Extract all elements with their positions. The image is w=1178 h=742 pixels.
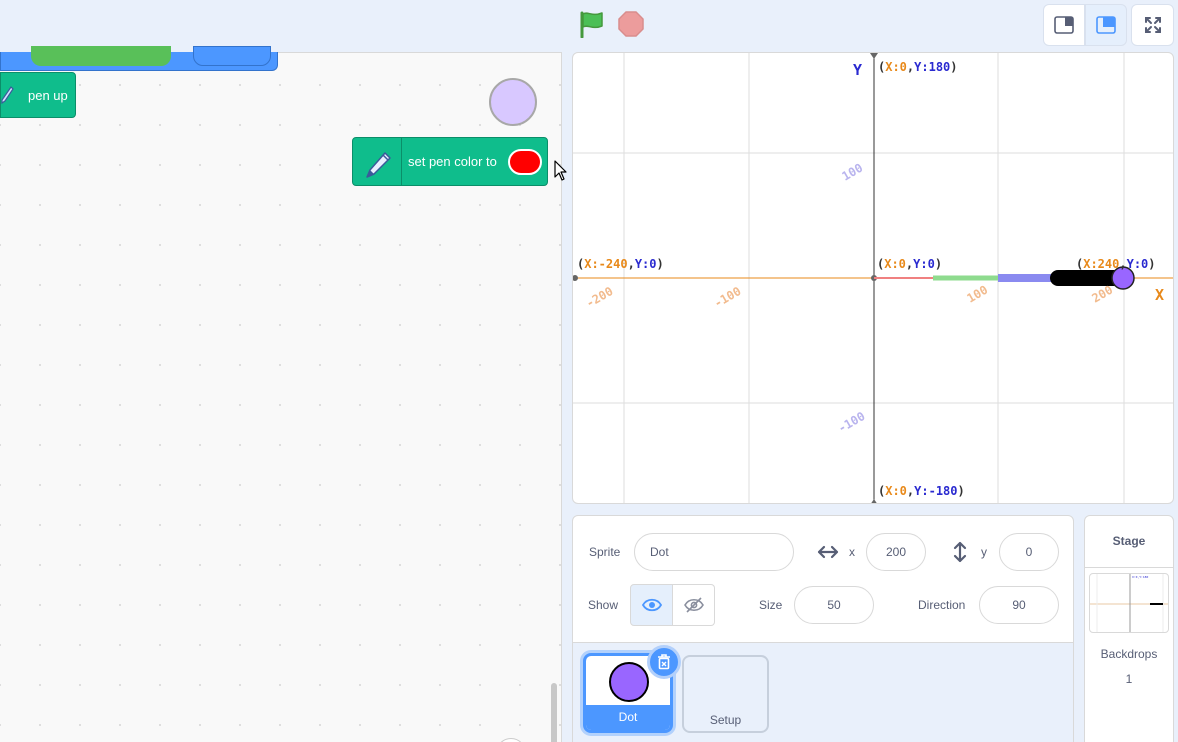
green-flag-icon[interactable] <box>578 10 606 39</box>
y-position-input[interactable]: 0 <box>999 533 1059 571</box>
show-label: Show <box>588 598 619 612</box>
sprite-tile-name: Setup <box>709 713 742 727</box>
sprite-preview-circle <box>489 78 537 126</box>
sprite-tile-name: Dot <box>586 705 670 730</box>
mouse-cursor-icon <box>554 160 567 181</box>
stage-thumbnail[interactable]: X:0,Y:180 <box>1089 573 1169 633</box>
coord-label-bottom: (X:0,Y:-180) <box>878 484 965 498</box>
motion-block[interactable] <box>0 46 278 71</box>
block-input-slot[interactable] <box>193 46 271 66</box>
x-position-input[interactable]: 200 <box>866 533 926 571</box>
y-tick-label: -100 <box>836 409 868 436</box>
trash-icon <box>658 654 670 670</box>
pen-up-label: pen up <box>28 88 68 103</box>
vertical-arrow-icon <box>953 541 967 563</box>
pen-up-block[interactable]: pen up <box>0 72 76 118</box>
y-axis-label: Y <box>853 61 862 79</box>
set-pen-color-label: set pen color to <box>408 154 497 169</box>
sprite-tile-setup[interactable]: Setup <box>682 655 769 733</box>
coord-label-origin: (X:0,Y:0) <box>877 257 942 271</box>
small-stage-button[interactable] <box>1043 4 1085 46</box>
direction-input[interactable]: 90 <box>979 586 1059 624</box>
x-label: x <box>849 545 855 559</box>
sprite-info-pane: Sprite Dot x 200 y 0 Show Size 50 Direct… <box>572 515 1074 742</box>
x-tick-label: 100 <box>965 283 991 306</box>
sprite-label: Sprite <box>589 545 621 559</box>
stop-icon[interactable] <box>618 11 644 37</box>
x-tick-label: -100 <box>712 284 744 311</box>
x-axis-label: X <box>1155 286 1164 304</box>
direction-label: Direction <box>918 598 966 612</box>
y-label: y <box>981 545 987 559</box>
sprite-list: Dot Setup <box>573 642 1073 742</box>
block-divider <box>401 138 402 185</box>
fullscreen-button[interactable] <box>1131 4 1174 46</box>
backdrops-label: Backdrops <box>1100 647 1158 661</box>
delete-sprite-button[interactable] <box>647 645 681 679</box>
coord-label-left: (X:-240,Y:0) <box>577 257 664 271</box>
coord-label-top: (X:0,Y:180) <box>878 60 958 74</box>
pen-icon <box>1 86 14 105</box>
block-input-slot[interactable] <box>31 46 171 66</box>
stage-header <box>0 0 1178 50</box>
normal-stage-icon <box>1096 16 1116 34</box>
eye-slash-icon <box>683 597 704 613</box>
workspace-scrollbar[interactable] <box>551 683 557 742</box>
normal-stage-button[interactable] <box>1085 4 1127 46</box>
pen-color-swatch[interactable] <box>508 149 542 175</box>
stage-canvas[interactable]: Y X (X:0,Y:180) (X:-240,Y:0) (X:0,Y:0) (… <box>572 52 1174 504</box>
sprite-name-input[interactable]: Dot <box>634 533 794 571</box>
x-tick-label: -200 <box>584 284 616 311</box>
stage-selector-title: Stage <box>1085 516 1173 568</box>
x-tick-label: 200 <box>1090 283 1116 306</box>
eye-icon <box>641 598 662 612</box>
svg-text:X:0,Y:180: X:0,Y:180 <box>1132 575 1148 579</box>
pen-icon <box>366 152 391 178</box>
size-label: Size <box>759 598 783 612</box>
y-tick-label: 100 <box>840 161 866 184</box>
stage-selector[interactable]: Stage X:0,Y:180 Backdrops 1 <box>1084 515 1174 742</box>
set-pen-color-block[interactable]: set pen color to <box>352 137 548 186</box>
backdrops-count: 1 <box>1125 672 1133 686</box>
fullscreen-icon <box>1144 17 1161 33</box>
sprite-thumbnail <box>609 662 649 702</box>
horizontal-arrow-icon <box>817 545 839 559</box>
small-stage-icon <box>1054 16 1074 34</box>
hide-sprite-button[interactable] <box>673 584 715 626</box>
show-sprite-button[interactable] <box>630 584 673 626</box>
size-input[interactable]: 50 <box>794 586 874 624</box>
coord-label-right: (X:240,Y:0) <box>1076 257 1156 271</box>
